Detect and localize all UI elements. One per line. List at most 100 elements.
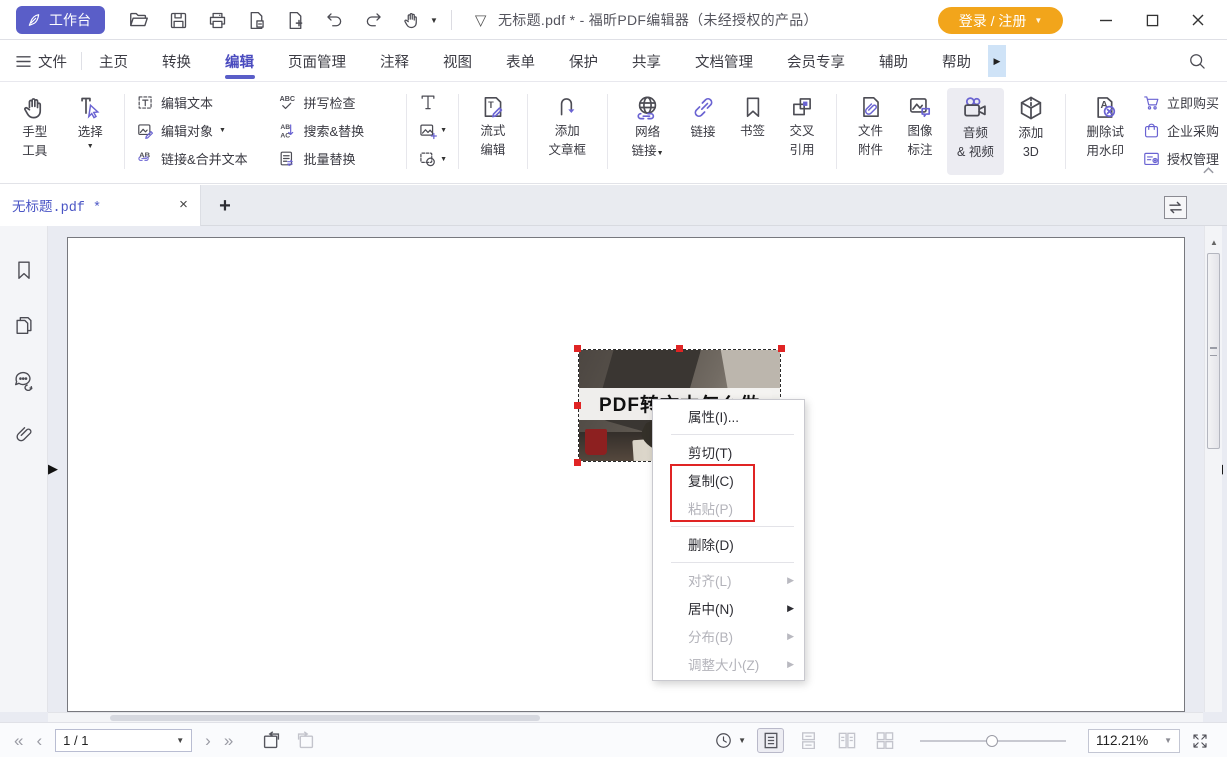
previous-view-button[interactable] [261, 731, 282, 750]
remove-trial-watermark-button[interactable]: A 删除试 用水印 [1077, 88, 1134, 175]
image-annotation-button[interactable]: 图像 标注 [897, 88, 943, 175]
page-number-dropdown[interactable]: 1 / 1 ▼ [55, 729, 192, 752]
tab-comment[interactable]: 注释 [363, 41, 426, 82]
menu-item-cut[interactable]: 剪切(T) [653, 438, 804, 466]
enterprise-purchase-button[interactable]: 企业采购 [1142, 121, 1219, 140]
edit-text-button[interactable]: 编辑文本 [136, 93, 272, 112]
delete-page-button[interactable] [241, 5, 271, 35]
web-link-button[interactable]: 网络 链接▼ [619, 88, 676, 175]
tab-share[interactable]: 共享 [615, 41, 678, 82]
open-file-button[interactable] [124, 5, 154, 35]
login-register-button[interactable]: 登录 / 注册 ▼ [938, 7, 1063, 34]
link-merge-text-button[interactable]: AB 链接&合并文本 [136, 149, 272, 168]
vertical-scrollbar[interactable]: ▲ [1204, 226, 1222, 712]
vertical-scroll-thumb[interactable] [1207, 253, 1220, 449]
workbench-button[interactable]: 工作台 [16, 6, 105, 34]
add-image-button[interactable]: ▼ [418, 121, 447, 141]
resize-handle[interactable] [574, 402, 581, 409]
scroll-up-arrow[interactable]: ▲ [1205, 238, 1223, 247]
select-tool-button[interactable]: 选择 ▼ [68, 88, 114, 175]
facing-continuous-view-button[interactable] [871, 728, 898, 753]
tab-protect[interactable]: 保护 [552, 41, 615, 82]
previous-page-button[interactable]: ‹ [36, 732, 42, 749]
menu-item-align[interactable]: 对齐(L)▶ [653, 566, 804, 594]
file-menu[interactable]: 文件 [0, 51, 81, 72]
tab-member-exclusive[interactable]: 会员专享 [770, 41, 862, 82]
menu-item-center[interactable]: 居中(N)▶ [653, 594, 804, 622]
audio-video-button[interactable]: 音频 & 视频 [947, 88, 1004, 175]
edit-object-button[interactable]: 编辑对象 ▼ [136, 121, 272, 140]
resize-handle[interactable] [574, 345, 581, 352]
maximize-button[interactable] [1129, 0, 1175, 40]
menu-item-paste[interactable]: 粘贴(P) [653, 494, 804, 522]
reading-mode-button[interactable]: ▼ [714, 731, 746, 750]
pdf-page[interactable]: PDF转文本怎么做 [67, 237, 1185, 712]
save-button[interactable] [163, 5, 193, 35]
tab-page-management[interactable]: 页面管理 [271, 41, 363, 82]
add-text-button[interactable] [418, 92, 447, 112]
batch-replace-button[interactable]: 批量替换 [278, 149, 395, 168]
spell-check-button[interactable]: ABC 拼写检查 [278, 93, 395, 112]
collapse-ribbon-button[interactable] [1202, 166, 1215, 175]
buy-now-button[interactable]: 立即购买 [1142, 93, 1219, 112]
horizontal-scroll-thumb[interactable] [110, 715, 540, 721]
first-page-button[interactable]: « [14, 732, 23, 749]
hand-tool-quick-button[interactable] [397, 5, 427, 35]
close-button[interactable] [1175, 0, 1221, 40]
facing-view-button[interactable] [833, 728, 860, 753]
tab-list-chevron-icon[interactable]: ▽ [475, 11, 487, 29]
horizontal-scrollbar[interactable] [48, 712, 1203, 722]
hand-tool-button[interactable]: 手型 工具 [12, 88, 58, 175]
menu-item-distribute[interactable]: 分布(B)▶ [653, 622, 804, 650]
resize-handle[interactable] [778, 345, 785, 352]
menu-item-resize[interactable]: 调整大小(Z)▶ [653, 650, 804, 678]
search-button[interactable] [1187, 51, 1207, 71]
add-3d-button[interactable]: 添加 3D [1008, 88, 1054, 175]
comments-panel-button[interactable] [12, 369, 35, 391]
fullscreen-button[interactable] [1191, 732, 1209, 750]
close-tab-icon[interactable]: × [179, 197, 188, 214]
add-page-button[interactable] [280, 5, 310, 35]
bookmark-button[interactable]: 书签 [730, 88, 776, 175]
new-tab-button[interactable]: + [212, 193, 238, 219]
continuous-view-button[interactable] [795, 728, 822, 753]
hand-tool-caret-icon[interactable]: ▼ [430, 16, 438, 25]
tab-form[interactable]: 表单 [489, 41, 552, 82]
zoom-level-dropdown[interactable]: 112.21% ▼ [1088, 729, 1180, 753]
menu-item-delete[interactable]: 删除(D) [653, 530, 804, 558]
resize-handle[interactable] [676, 345, 683, 352]
tab-accessibility[interactable]: 辅助 [862, 41, 925, 82]
tab-view[interactable]: 视图 [426, 41, 489, 82]
bookmarks-panel-button[interactable] [13, 258, 35, 282]
menu-item-properties[interactable]: 属性(I)... [653, 402, 804, 430]
add-shape-button[interactable]: ▼ [418, 149, 447, 169]
print-button[interactable] [202, 5, 232, 35]
pages-panel-button[interactable] [13, 314, 35, 337]
tab-edit[interactable]: 编辑 [208, 41, 271, 82]
tab-home[interactable]: 主页 [82, 41, 145, 82]
flow-edit-button[interactable]: T 流式 编辑 [470, 88, 516, 175]
menu-overflow-button[interactable]: ▶ [988, 45, 1006, 77]
next-view-button[interactable] [295, 731, 316, 750]
minimize-button[interactable] [1083, 0, 1129, 40]
resize-handle[interactable] [574, 459, 581, 466]
search-replace-button[interactable]: ABAC 搜索&替换 [278, 121, 395, 140]
link-button[interactable]: 链接 [680, 88, 726, 175]
next-page-button[interactable]: › [205, 732, 211, 749]
expand-left-panel-arrow[interactable]: ▶ [48, 462, 58, 475]
tab-help[interactable]: 帮助 [925, 41, 988, 82]
zoom-slider-knob[interactable] [986, 735, 998, 747]
zoom-slider[interactable] [920, 734, 1066, 748]
file-attachment-button[interactable]: 文件 附件 [848, 88, 894, 175]
single-page-view-button[interactable] [757, 728, 784, 753]
menu-item-copy[interactable]: 复制(C) [653, 466, 804, 494]
undo-button[interactable] [319, 5, 349, 35]
tab-document-management[interactable]: 文档管理 [678, 41, 770, 82]
tab-convert[interactable]: 转换 [145, 41, 208, 82]
add-article-box-button[interactable]: 添加 文章框 [539, 88, 596, 175]
document-tab-active[interactable]: 无标题.pdf * × [0, 185, 201, 226]
switch-tabs-button[interactable] [1164, 196, 1187, 219]
attachments-panel-button[interactable] [13, 423, 35, 446]
cross-reference-button[interactable]: 交叉 引用 [779, 88, 825, 175]
last-page-button[interactable]: » [224, 732, 233, 749]
